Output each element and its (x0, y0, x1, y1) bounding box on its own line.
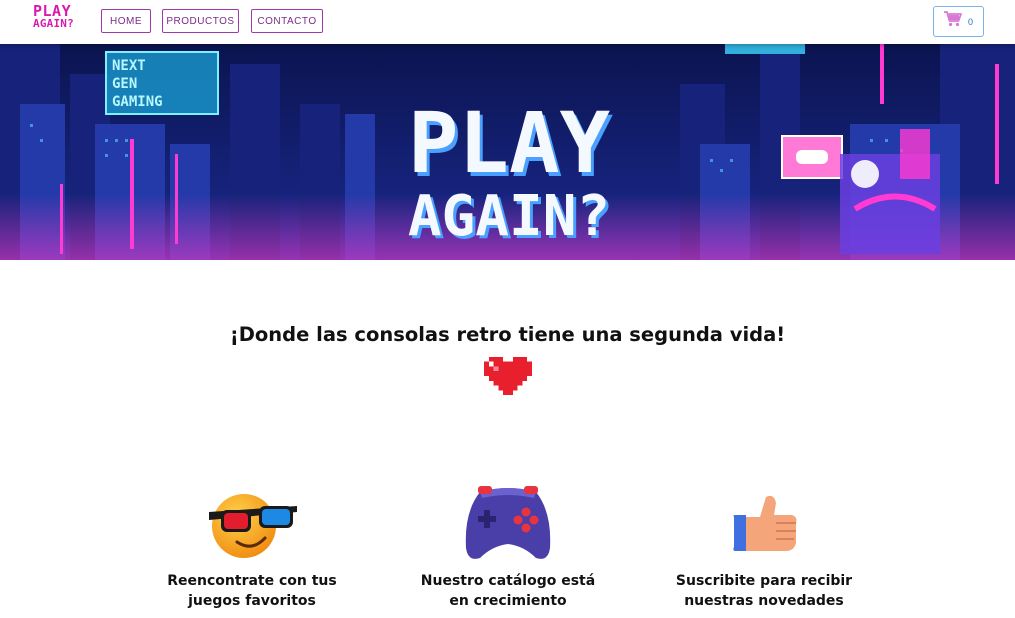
feature-1-line-2: juegos favoritos (188, 593, 316, 609)
logo-line-2: AGAIN? (33, 17, 74, 30)
feature-2-line-2: en crecimiento (449, 593, 567, 609)
feature-3-line-1: Suscribite para recibir (675, 573, 853, 589)
feature-1-line-1: Reencontrate con tus (167, 573, 337, 589)
navbar: PLAY AGAIN? HOME PRODUCTOS CONTACTO 0 (0, 0, 1015, 44)
sunglasses-emoji-icon (207, 490, 299, 565)
cart-icon (943, 11, 962, 32)
feature-reencontrate: Reencontrate con tus juegos favoritos (142, 571, 362, 611)
nav-home-button[interactable]: HOME (101, 9, 151, 33)
pixel-heart-icon (483, 352, 533, 405)
tagline: ¡Donde las consolas retro tiene una segu… (229, 323, 786, 346)
feature-suscribite: Suscribite para recibir nuestras novedad… (654, 571, 874, 611)
feature-3-line-2: nuestras novedades (684, 593, 844, 609)
thumbs-up-icon (730, 493, 800, 560)
hero-title-line-2: AGAIN? (408, 184, 610, 249)
hero-title-line-1: PLAY (408, 94, 611, 192)
cart-count: 0 (967, 16, 973, 27)
cart-button[interactable]: 0 (933, 6, 984, 37)
nav-contacto-button[interactable]: CONTACTO (251, 9, 323, 33)
hero-sign-line-3: GAMING (112, 94, 163, 110)
gamepad-icon (462, 482, 554, 569)
hero-sign-line-1: NEXT (112, 58, 146, 74)
logo[interactable]: PLAY AGAIN? (33, 2, 87, 33)
nav-productos-button[interactable]: PRODUCTOS (162, 9, 239, 33)
feature-2-line-1: Nuestro catálogo está (420, 573, 596, 589)
logo-line-1: PLAY (33, 2, 72, 20)
feature-catalogo: Nuestro catálogo está en crecimiento (398, 571, 618, 611)
hero-banner: NEXT GEN GAMING PLAY PLAY AGAIN? AGAIN? (0, 44, 1015, 260)
hero-sign-line-2: GEN (112, 76, 137, 92)
